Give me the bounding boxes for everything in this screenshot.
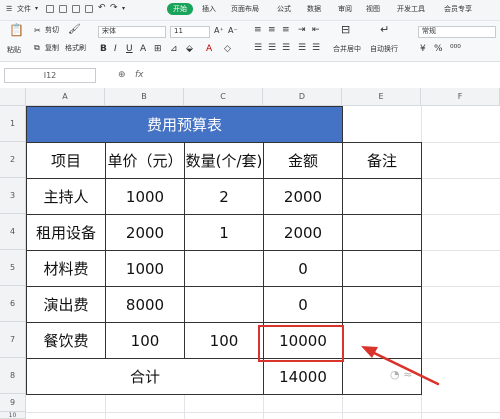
annotation-arrow-icon [361, 346, 440, 386]
watermark-logo: ◔ ≈ [390, 368, 413, 381]
